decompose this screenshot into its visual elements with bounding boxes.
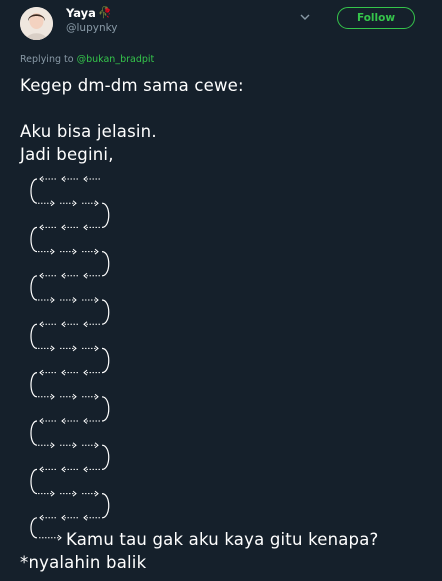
curve-arrow-icon — [30, 178, 38, 204]
curve-arrow-icon — [30, 468, 38, 495]
curve-arrow-icon — [30, 420, 38, 446]
follow-button[interactable]: Follow — [337, 7, 415, 29]
reply-prefix: Replying to — [20, 54, 74, 65]
tweet-closing-line: Kamu tau gak aku kaya gitu kenapa? — [66, 530, 379, 549]
curve-arrow-icon — [101, 251, 110, 277]
arrow-chain — [28, 168, 138, 543]
author-block[interactable]: Yaya 🥀 @lupynky — [66, 6, 118, 35]
curve-arrow-icon — [101, 299, 110, 325]
curve-arrow-icon — [30, 275, 38, 301]
chevron-down-icon[interactable] — [300, 13, 310, 21]
display-name-text[interactable]: Yaya — [66, 6, 96, 20]
curve-arrow-icon — [30, 226, 38, 253]
curve-arrow-icon — [101, 493, 110, 519]
tweet-line-2: Aku bisa jelasin. — [20, 122, 157, 141]
user-handle[interactable]: @lupynky — [66, 21, 118, 35]
tweet-line-1: Kegep dm-dm sama cewe: — [20, 76, 244, 95]
tweet: Yaya 🥀 @lupynky Follow Replying to @buka… — [0, 0, 442, 581]
curve-arrow-icon — [101, 347, 110, 374]
reply-context: Replying to @bukan_bradpit — [20, 54, 154, 65]
avatar[interactable] — [20, 7, 53, 40]
curve-arrow-icon — [101, 202, 110, 228]
curve-arrow-icon — [30, 517, 38, 539]
reply-target-link[interactable]: @bukan_bradpit — [77, 54, 155, 65]
curve-arrow-icon — [101, 396, 110, 422]
tweet-footer-line: *nyalahin balik — [20, 553, 147, 572]
curve-arrow-icon — [30, 323, 38, 349]
curve-arrow-icon — [101, 444, 110, 470]
display-name[interactable]: Yaya 🥀 — [66, 6, 118, 20]
arrow-chain-graphic — [30, 176, 110, 541]
tweet-line-3: Jadi begini, — [20, 145, 114, 164]
curve-arrow-icon — [30, 372, 38, 398]
rose-emoji-icon: 🥀 — [97, 6, 112, 19]
